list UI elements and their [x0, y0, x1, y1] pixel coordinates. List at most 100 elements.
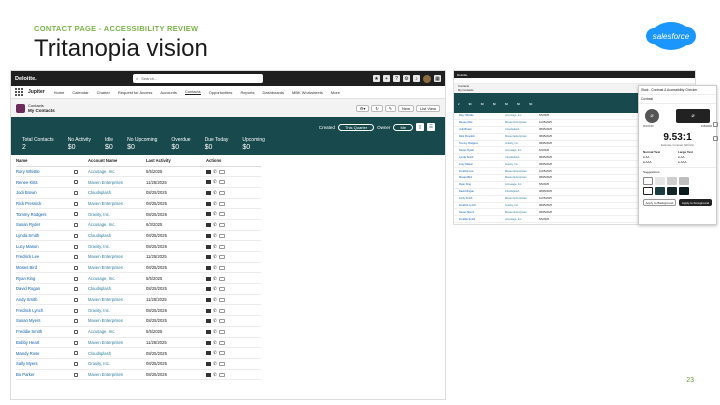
- row-menu-icon[interactable]: [219, 287, 225, 292]
- contact-name-link[interactable]: Rick Presnick: [16, 198, 74, 210]
- new-button[interactable]: New: [398, 104, 415, 112]
- flag-icon[interactable]: [74, 276, 78, 281]
- email-icon[interactable]: [206, 255, 211, 260]
- table-row[interactable]: Bo Parker Maven Enterprises 08/25/2025 ✆: [16, 369, 261, 381]
- row-menu-icon[interactable]: [219, 308, 225, 313]
- contact-name-link[interactable]: Susan Myers: [16, 315, 74, 327]
- contact-name-link[interactable]: Lucy Mason: [16, 240, 74, 252]
- contact-name-link[interactable]: Ryan King: [16, 272, 74, 285]
- nav-mbk-worksheets[interactable]: MBK Worksheets: [292, 90, 323, 95]
- table-row[interactable]: Susan Myers Maven Enterprises 08/25/2025 ✆: [16, 315, 261, 327]
- phone-icon[interactable]: ✆: [213, 190, 217, 195]
- phone-icon[interactable]: ✆: [213, 233, 217, 238]
- row-menu-icon[interactable]: [219, 223, 225, 228]
- account-name-link[interactable]: Maven Enterprises: [88, 337, 146, 349]
- metric-overdue[interactable]: Overdue $0: [171, 137, 190, 151]
- swatch[interactable]: [667, 177, 677, 185]
- phone-icon[interactable]: ✆: [213, 351, 217, 356]
- row-menu-icon[interactable]: [219, 372, 225, 377]
- row-menu-icon[interactable]: [219, 212, 225, 217]
- side-tool-icon[interactable]: [713, 122, 718, 127]
- nav-accounts[interactable]: Accounts: [160, 90, 176, 95]
- contact-name-link[interactable]: Fredrick Lee: [16, 251, 74, 263]
- row-menu-icon[interactable]: [219, 180, 225, 185]
- account-name-link[interactable]: Maven Enterprises: [88, 315, 146, 327]
- contact-name-link[interactable]: Rory Whistle: [16, 166, 74, 178]
- bg-hex[interactable]: #1B1B1B: [701, 125, 712, 128]
- email-icon[interactable]: [206, 191, 211, 196]
- table-row[interactable]: Sally Myers Gravity, Inc. 08/25/2025 ✆: [16, 358, 261, 370]
- email-icon[interactable]: [206, 276, 211, 281]
- row-menu-icon[interactable]: [219, 276, 225, 281]
- contact-name-link[interactable]: Fredrick Lynch: [16, 304, 74, 317]
- contact-name-link[interactable]: Susan Ryder: [16, 219, 74, 231]
- contact-name-link[interactable]: David Rogan: [16, 283, 74, 295]
- nav-contacts[interactable]: Contacts: [184, 89, 201, 95]
- account-name-link[interactable]: Cloudsplash: [88, 283, 146, 295]
- email-icon[interactable]: [206, 223, 211, 228]
- account-name-link[interactable]: Gravity, Inc.: [88, 240, 146, 252]
- table-row[interactable]: Bobby Heart Maven Enterprises 11/25/2025 ✆: [16, 337, 261, 349]
- app-launcher-icon[interactable]: [15, 88, 23, 96]
- account-name-link[interactable]: Accusage, Inc.: [88, 166, 146, 178]
- bell-icon[interactable]: ♪: [413, 75, 420, 82]
- table-row[interactable]: David Rogan Cloudsplash 08/25/2025 ✆: [16, 283, 261, 295]
- phone-icon[interactable]: ✆: [213, 297, 217, 302]
- edit-icon[interactable]: ✎: [384, 104, 397, 112]
- phone-icon[interactable]: ✆: [213, 329, 217, 334]
- email-icon[interactable]: [206, 244, 211, 249]
- row-menu-icon[interactable]: [219, 169, 225, 174]
- row-menu-icon[interactable]: [219, 330, 225, 335]
- nav-more[interactable]: More: [331, 90, 340, 95]
- table-row[interactable]: Lynda Smith Cloudsplash 08/25/2025 ✆: [16, 230, 261, 242]
- email-icon[interactable]: [206, 340, 211, 345]
- account-name-link[interactable]: Maven Enterprises: [88, 251, 146, 263]
- list-view-button[interactable]: List View: [416, 104, 440, 112]
- account-name-link[interactable]: Cloudsplash: [88, 230, 146, 242]
- flag-icon[interactable]: [74, 255, 78, 260]
- phone-icon[interactable]: ✆: [213, 319, 217, 324]
- nav-charter[interactable]: Charter: [97, 90, 110, 95]
- table-row[interactable]: Tommy Rodgers Gravity, Inc. 08/25/2025 ✆: [16, 208, 261, 220]
- flag-icon[interactable]: [74, 180, 78, 185]
- flag-icon[interactable]: [74, 169, 78, 174]
- search-input[interactable]: ⌕ Search...: [133, 74, 263, 83]
- row-menu-icon[interactable]: [219, 201, 225, 206]
- table-row[interactable]: Rick Presnick Maven Enterprises 08/25/2025…: [16, 198, 261, 210]
- favorites-icon[interactable]: ★: [373, 75, 380, 82]
- contact-name-link[interactable]: Renee Kitts: [16, 176, 74, 188]
- metric-idle[interactable]: Idle $0: [105, 137, 113, 151]
- phone-icon[interactable]: ✆: [213, 372, 217, 377]
- email-icon[interactable]: [206, 330, 211, 335]
- contact-name-link[interactable]: Bobby Heart: [16, 337, 74, 349]
- contact-name-link[interactable]: Moses Bird: [16, 262, 74, 274]
- contact-name-link[interactable]: Jodi Brown: [16, 187, 74, 199]
- col-name[interactable]: Name: [16, 155, 74, 167]
- metric-due-today[interactable]: Due Today $0: [205, 137, 229, 151]
- row-menu-icon[interactable]: [219, 265, 225, 270]
- row-menu-icon[interactable]: [219, 255, 225, 260]
- account-name-link[interactable]: Cloudsplash: [88, 187, 146, 199]
- nav-request-access[interactable]: Request for Access: [118, 90, 152, 95]
- email-icon[interactable]: [206, 287, 211, 292]
- flag-icon[interactable]: [74, 223, 78, 228]
- table-row[interactable]: Freddie Smith Accusage, Inc. 5/5/2025 ✆: [16, 326, 261, 338]
- account-name-link[interactable]: Maven Enterprises: [88, 176, 146, 188]
- col-last-activity[interactable]: Last Activity: [146, 155, 206, 167]
- phone-icon[interactable]: ✆: [213, 276, 217, 281]
- phone-icon[interactable]: ✆: [213, 254, 217, 259]
- email-icon[interactable]: [206, 372, 211, 377]
- account-name-link[interactable]: Maven Enterprises: [88, 369, 146, 381]
- table-row[interactable]: Susan Ryder Accusage, Inc. 6/3/2025 ✆: [16, 219, 261, 231]
- flag-icon[interactable]: [74, 372, 78, 377]
- flag-icon[interactable]: [74, 308, 78, 313]
- email-icon[interactable]: [206, 362, 211, 367]
- created-filter[interactable]: This Quarter: [337, 123, 375, 131]
- swatch[interactable]: [655, 187, 665, 195]
- table-row[interactable]: Fredrick Lee Maven Enterprises 11/25/2025 ✆: [16, 251, 261, 263]
- table-row[interactable]: Jodi Brown Cloudsplash 08/25/2025 ✆: [16, 187, 261, 199]
- metric-no-upcoming[interactable]: No Upcoming $0: [127, 137, 157, 151]
- contact-name-link[interactable]: Freddie Smith: [16, 326, 74, 338]
- nav-home[interactable]: Home: [54, 90, 65, 95]
- account-name-link[interactable]: Maven Enterprises: [88, 294, 146, 306]
